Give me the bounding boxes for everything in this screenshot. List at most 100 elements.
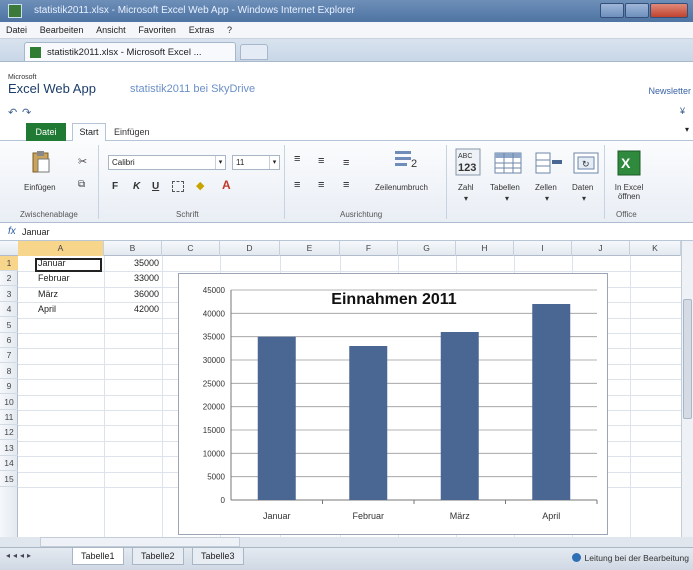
sheet-tab-3[interactable]: Tabelle3 xyxy=(192,548,244,565)
row-header-15[interactable]: 15 xyxy=(0,472,18,487)
tables-button[interactable]: Tabellen ▾ xyxy=(487,145,527,207)
menu-item-bearbeiten[interactable]: Bearbeiten xyxy=(40,25,84,35)
row-header-14[interactable]: 14 xyxy=(0,456,18,472)
row-header-10[interactable]: 10 xyxy=(0,395,18,410)
column-header-d[interactable]: D xyxy=(220,241,280,256)
menu-bar: Datei Bearbeiten Ansicht Favoriten Extra… xyxy=(0,22,693,39)
chevron-down-icon: ▾ xyxy=(545,194,550,203)
column-header-i[interactable]: I xyxy=(514,241,572,256)
number-format-button[interactable]: ABC 123 Zahl ▾ xyxy=(452,145,482,207)
maximize-button[interactable] xyxy=(625,3,649,18)
svg-text:↻: ↻ xyxy=(582,159,590,169)
menu-item-extras[interactable]: Extras xyxy=(189,25,215,35)
selected-cell[interactable] xyxy=(35,258,102,272)
y-tick-label: 30000 xyxy=(203,356,226,365)
vertical-scrollbar[interactable] xyxy=(681,241,693,537)
font-color-icon[interactable]: A xyxy=(222,178,231,192)
column-header-j[interactable]: J xyxy=(572,241,630,256)
cell-b4[interactable]: 42000 xyxy=(115,304,159,314)
open-in-excel-button[interactable]: X In Excel öffnen xyxy=(608,145,648,207)
fx-icon: fx xyxy=(8,226,16,237)
horizontal-scrollbar[interactable] xyxy=(40,537,240,547)
align-center-icon[interactable]: ≡ xyxy=(318,179,324,191)
undo-icon[interactable]: ↶ xyxy=(8,106,17,119)
sheet-tab-1[interactable]: Tabelle1 xyxy=(72,548,124,565)
align-right-icon[interactable]: ≡ xyxy=(343,179,349,191)
data-button[interactable]: ↻ Daten ▾ xyxy=(568,145,602,207)
quick-access-toolbar: ↶ ↷ ¥ xyxy=(0,104,693,121)
redo-icon[interactable]: ↷ xyxy=(22,106,31,119)
column-header-a[interactable]: A xyxy=(18,241,104,256)
cell-b2[interactable]: 33000 xyxy=(115,273,159,283)
minimize-button[interactable] xyxy=(600,3,624,18)
row-header-2[interactable]: 2 xyxy=(0,271,18,287)
menu-item-datei[interactable]: Datei xyxy=(6,25,27,35)
align-bottom-icon[interactable]: ≡ xyxy=(343,157,349,169)
close-button[interactable] xyxy=(650,3,688,18)
sheet-tab-2[interactable]: Tabelle2 xyxy=(132,548,184,565)
y-tick-label: 15000 xyxy=(203,426,226,435)
row-header-11[interactable]: 11 xyxy=(0,410,18,425)
spreadsheet-grid[interactable]: ABCDEFGHIJK 1 2 3 4 5 6 7 8 9 10 11 12 13 14 15 Januar… xyxy=(0,241,681,537)
cut-icon[interactable]: ✂ xyxy=(78,155,87,168)
paste-button[interactable]: Einfügen xyxy=(22,147,56,203)
column-header-h[interactable]: H xyxy=(456,241,514,256)
align-top-icon[interactable]: ≡ xyxy=(294,153,300,165)
collapse-ribbon-icon[interactable]: ▾ xyxy=(685,125,689,134)
row-header-3[interactable]: 3 xyxy=(0,287,18,302)
menu-item-help[interactable]: ? xyxy=(227,25,232,35)
bar-chart[interactable]: 0 5000 10000 15000 20000 25000 30000 35000 40000… xyxy=(178,273,608,535)
row-header-13[interactable]: 13 xyxy=(0,441,18,456)
column-header-g[interactable]: G xyxy=(398,241,456,256)
wrap-text-label: Zeilenumbruch xyxy=(375,183,428,192)
help-icon[interactable]: ¥ xyxy=(680,106,685,116)
align-middle-icon[interactable]: ≡ xyxy=(318,155,324,167)
underline-button[interactable]: U xyxy=(152,181,159,192)
header-right-link[interactable]: Newsletter xyxy=(648,86,691,96)
column-header-b[interactable]: B xyxy=(104,241,162,256)
tab-start[interactable]: Start xyxy=(72,123,106,142)
wrap-text-button[interactable]: 2 Zeilenumbruch xyxy=(368,145,444,197)
new-tab-button[interactable] xyxy=(240,44,268,60)
cell-a3[interactable]: März xyxy=(38,289,58,299)
column-header-e[interactable]: E xyxy=(280,241,340,256)
cell-b1[interactable]: 35000 xyxy=(115,258,159,268)
row-header-1[interactable]: 1 xyxy=(0,256,18,271)
row-header-7[interactable]: 7 xyxy=(0,348,18,364)
column-header-f[interactable]: F xyxy=(340,241,398,256)
cell-a4[interactable]: April xyxy=(38,304,56,314)
tab-einfuegen[interactable]: Einfügen xyxy=(114,123,150,141)
column-header-k[interactable]: K xyxy=(630,241,681,256)
formula-input[interactable]: Januar xyxy=(22,227,50,237)
cells-button[interactable]: Zellen ▾ xyxy=(530,145,566,207)
copy-icon[interactable]: ⧉ xyxy=(78,179,85,190)
menu-item-favoriten[interactable]: Favoriten xyxy=(138,25,176,35)
cell-a2[interactable]: Februar xyxy=(38,273,70,283)
chevron-down-icon: ▾ xyxy=(505,194,510,203)
row-headers: 1 2 3 4 5 6 7 8 9 10 11 12 13 14 15 xyxy=(0,256,18,537)
row-header-5[interactable]: 5 xyxy=(0,318,18,333)
row-header-9[interactable]: 9 xyxy=(0,379,18,395)
borders-icon[interactable] xyxy=(172,181,184,192)
fill-color-icon[interactable]: ◆ xyxy=(196,179,204,192)
bold-button[interactable]: F xyxy=(112,181,118,192)
menu-item-ansicht[interactable]: Ansicht xyxy=(96,25,126,35)
vertical-scroll-thumb[interactable] xyxy=(683,299,692,419)
microsoft-label: Microsoft xyxy=(8,74,37,81)
font-size-select[interactable]: 11 ▾ xyxy=(232,155,280,170)
browser-tab[interactable]: statistik2011.xlsx - Microsoft Excel ... xyxy=(24,42,236,61)
align-left-icon[interactable]: ≡ xyxy=(294,179,300,191)
row-header-4[interactable]: 4 xyxy=(0,302,18,318)
formula-bar: fx Januar xyxy=(0,223,693,241)
row-header-12[interactable]: 12 xyxy=(0,425,18,441)
column-header-c[interactable]: C xyxy=(162,241,220,256)
sheet-nav-arrows-icon[interactable]: ◂◂◂▸ xyxy=(6,551,34,560)
row-header-6[interactable]: 6 xyxy=(0,333,18,348)
font-name-select[interactable]: Calibri ▾ xyxy=(108,155,226,170)
file-location-link[interactable]: statistik2011 bei SkyDrive xyxy=(130,83,255,95)
cell-b3[interactable]: 36000 xyxy=(115,289,159,299)
tab-datei[interactable]: Datei xyxy=(26,123,66,141)
data-label: Daten xyxy=(572,183,594,192)
italic-button[interactable]: K xyxy=(133,181,140,192)
row-header-8[interactable]: 8 xyxy=(0,364,18,379)
